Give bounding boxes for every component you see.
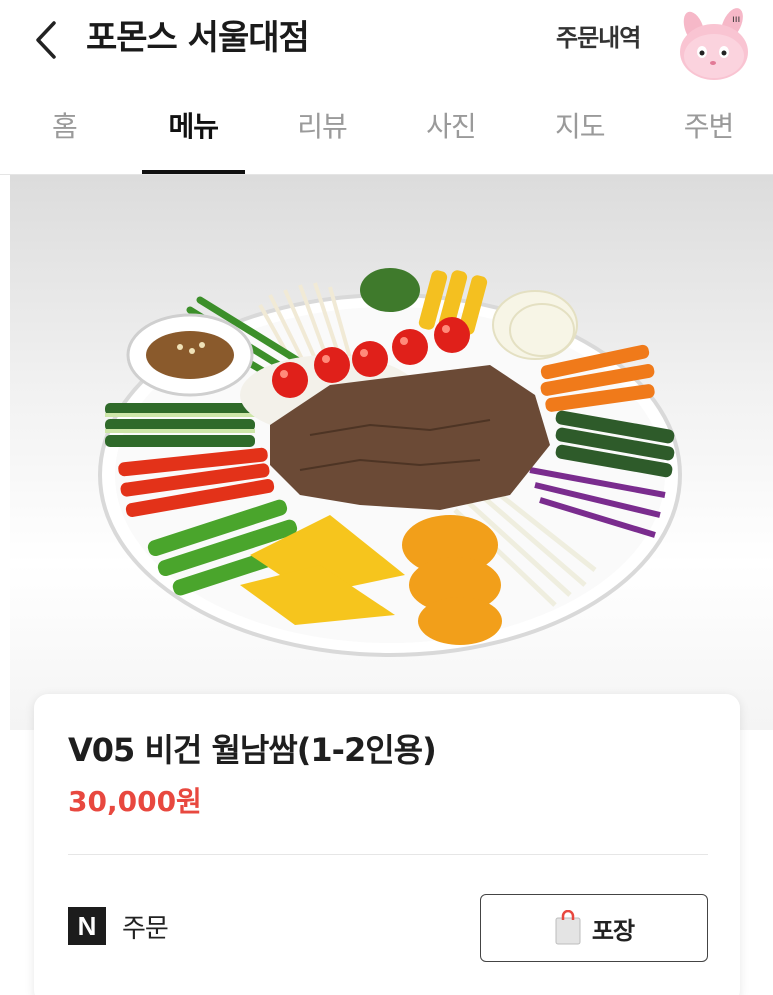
bunny-avatar-icon: ııı (680, 8, 748, 80)
store-title: 포몬스 서울대점 (86, 18, 310, 58)
takeout-label: 포장 (591, 916, 635, 945)
back-button[interactable] (26, 18, 66, 62)
tab-photos[interactable]: 사진 (386, 96, 515, 174)
naver-order-button[interactable]: N 주문 (68, 906, 169, 946)
divider (68, 854, 708, 855)
tab-map[interactable]: 지도 (515, 96, 644, 174)
menu-item-card: V05 비건 월남쌈(1-2인용) 30,000원 N 주문 포장 (34, 694, 740, 995)
tab-home[interactable]: 홈 (0, 96, 129, 174)
chevron-left-icon (36, 21, 56, 59)
tab-nearby[interactable]: 주변 (644, 96, 773, 174)
naver-logo-icon: N (68, 907, 106, 945)
order-label: 주문 (122, 913, 169, 944)
item-name: V05 비건 월남쌈(1-2인용) (68, 731, 437, 769)
shopping-bag-icon (555, 910, 581, 945)
svg-text:ııı: ııı (732, 14, 740, 25)
menu-item-photo[interactable] (10, 175, 773, 730)
avatar[interactable]: ııı (672, 6, 758, 88)
tab-bar: 홈 메뉴 리뷰 사진 지도 주변 (0, 96, 773, 174)
app-header: 포몬스 서울대점 주문내역 ııı (0, 0, 773, 84)
takeout-button[interactable]: 포장 (480, 894, 708, 962)
item-price: 30,000원 (68, 785, 202, 818)
platter-illustration (98, 268, 682, 657)
tab-reviews[interactable]: 리뷰 (258, 96, 387, 174)
tab-menu[interactable]: 메뉴 (129, 96, 258, 174)
order-history-link[interactable]: 주문내역 (556, 22, 641, 54)
